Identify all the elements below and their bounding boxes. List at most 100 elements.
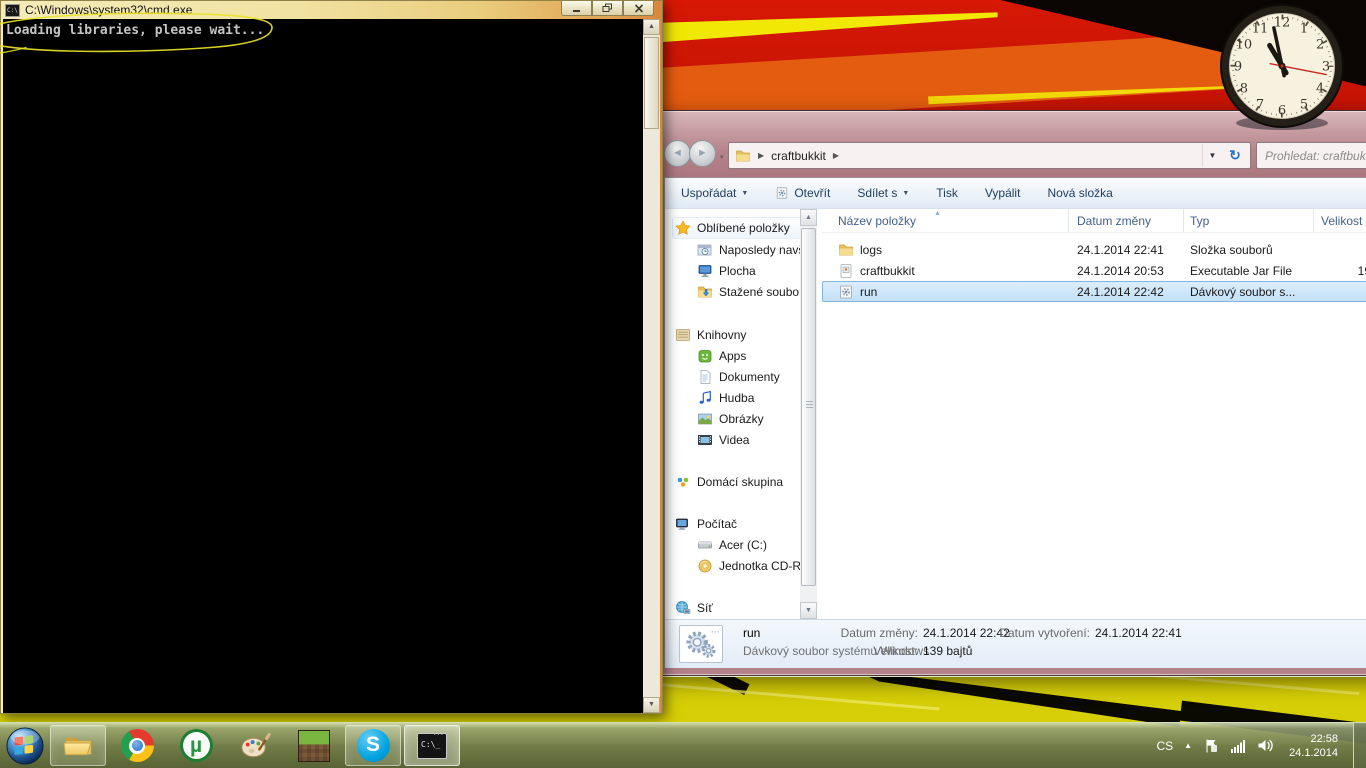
sidebar-item-favorites[interactable]: Oblíbené položky (673, 218, 801, 238)
burn-button[interactable]: Vypálit (985, 186, 1021, 200)
print-button[interactable]: Tisk (936, 186, 958, 200)
column-header-name[interactable]: ▲Název položky (822, 209, 1069, 232)
computer-icon (675, 516, 691, 532)
volume-icon[interactable] (1257, 738, 1274, 753)
tray-time: 22:58 (1289, 732, 1338, 746)
paint-icon (239, 729, 272, 762)
column-header-modified[interactable]: Datum změny (1069, 209, 1184, 232)
sidebar-item-computer[interactable]: Počítač (675, 514, 809, 534)
clock-numeral: 2 (1316, 38, 1324, 53)
sidebar-item-cd-drive[interactable]: Jednotka CD-ROM (697, 556, 809, 576)
language-indicator[interactable]: CS (1156, 739, 1173, 753)
details-created-label: Datum vytvoření: (978, 626, 1090, 640)
sidebar-item-recent-places[interactable]: Naposledy navštívené (697, 240, 809, 260)
explorer-window[interactable]: ◄ ► ▾ ▶ craftbukkit ▶ ▼ ↻ Uspořádat▼ Ote… (655, 110, 1366, 676)
cmd-scrollbar[interactable]: ▲ ▼ (643, 19, 660, 713)
details-pane: run Dávkový soubor systému Windows Datum… (665, 619, 1366, 668)
sidebar-scrollbar[interactable]: ▲ ▼ (800, 209, 817, 619)
network-icon[interactable] (1230, 739, 1246, 753)
restore-button[interactable] (592, 1, 623, 16)
scrollbar-thumb[interactable] (801, 228, 816, 586)
pictures-icon (697, 411, 713, 427)
address-dropdown-icon[interactable]: ▼ (1202, 144, 1222, 167)
taskbar-paint[interactable] (227, 725, 283, 766)
cmd-terminal[interactable]: Loading libraries, please wait... (3, 19, 645, 713)
folder-icon (735, 148, 751, 164)
action-center-icon[interactable] (1203, 738, 1219, 754)
forward-button[interactable]: ► (689, 140, 716, 167)
file-row-craftbukkit[interactable]: craftbukkit 24.1.2014 20:53 Executable J… (822, 260, 1366, 281)
open-button[interactable]: Otevřít (775, 186, 830, 200)
scroll-down-icon[interactable]: ▼ (643, 697, 660, 713)
hidden-icons-chevron-icon[interactable]: ▲ (1184, 741, 1192, 750)
column-header-type[interactable]: Typ (1184, 209, 1314, 232)
clock-gadget[interactable]: 1 2 3 4 5 6 7 8 9 10 11 12 (1218, 2, 1346, 136)
start-button[interactable] (0, 723, 50, 768)
scroll-down-icon[interactable]: ▼ (800, 602, 817, 619)
system-tray: CS ▲ 22:58 24.1.2014 (1156, 723, 1366, 768)
address-bar[interactable]: ▶ craftbukkit ▶ ▼ ↻ (728, 142, 1251, 169)
sidebar-item-apps[interactable]: Apps (697, 346, 809, 366)
sidebar-item-drive-c[interactable]: Acer (C:) (697, 535, 809, 555)
skype-icon: S (357, 729, 390, 762)
utorrent-icon (180, 729, 213, 762)
explorer-main: Oblíbené položky Naposledy navštívené Pl… (665, 209, 1366, 619)
sidebar-item-music[interactable]: Hudba (697, 388, 809, 408)
videos-icon (697, 432, 713, 448)
breadcrumb-chevron-icon[interactable]: ▶ (826, 151, 846, 160)
cmd-window[interactable]: C:\ C:\Windows\system32\cmd.exe Loading … (0, 0, 663, 714)
favorites-star-icon (675, 220, 691, 236)
taskbar: S C:\_ CS ▲ 22:58 24.1.2014 (0, 722, 1366, 768)
details-size-value: 139 bajtů (923, 644, 972, 658)
file-row-logs[interactable]: logs 24.1.2014 22:41 Složka souborů (822, 239, 1366, 260)
search-box[interactable] (1256, 142, 1366, 169)
sidebar-item-network[interactable]: Síť (675, 598, 809, 618)
taskbar-command-prompt[interactable]: C:\_ (404, 725, 460, 766)
sidebar-item-homegroup[interactable]: Domácí skupina (675, 472, 809, 492)
sidebar-item-pictures[interactable]: Obrázky (697, 409, 809, 429)
command-prompt-icon: C:\_ (417, 733, 447, 759)
sidebar-item-desktop[interactable]: Plocha (697, 261, 809, 281)
tray-date: 24.1.2014 (1289, 746, 1338, 760)
file-row-run-selected[interactable]: run 24.1.2014 22:42 Dávkový soubor s... (822, 281, 1366, 302)
start-orb-icon (6, 727, 44, 765)
sidebar-item-libraries[interactable]: Knihovny (675, 325, 809, 345)
history-dropdown-icon[interactable]: ▾ (720, 153, 724, 161)
sidebar-item-documents[interactable]: Dokumenty (697, 367, 809, 387)
taskbar-buttons: S C:\_ (50, 723, 460, 768)
taskbar-google-chrome[interactable] (109, 725, 165, 766)
jar-file-icon (838, 263, 854, 279)
minimize-button[interactable] (561, 1, 592, 16)
clock[interactable]: 22:58 24.1.2014 (1285, 732, 1342, 760)
new-folder-button[interactable]: Nová složka (1047, 186, 1112, 200)
scroll-up-icon[interactable]: ▲ (643, 19, 660, 35)
scroll-up-icon[interactable]: ▲ (800, 209, 817, 226)
refresh-icon[interactable]: ↻ (1222, 147, 1248, 164)
column-header-size[interactable]: Velikost (1314, 209, 1366, 232)
taskbar-windows-explorer[interactable] (50, 725, 106, 766)
taskbar-utorrent[interactable] (168, 725, 224, 766)
taskbar-skype[interactable]: S (345, 725, 401, 766)
clock-numeral: 12 (1274, 16, 1291, 31)
clock-numeral: 6 (1278, 104, 1286, 119)
taskbar-minecraft[interactable] (286, 725, 342, 766)
batch-file-icon (775, 186, 789, 200)
breadcrumb-chevron-icon[interactable]: ▶ (751, 151, 771, 160)
sidebar-item-downloads[interactable]: Stažené soubory (697, 282, 809, 302)
show-desktop-button[interactable] (1353, 723, 1366, 768)
chevron-down-icon: ▼ (741, 190, 748, 197)
organize-button[interactable]: Uspořádat▼ (681, 186, 748, 200)
details-file-name: run (743, 626, 760, 640)
homegroup-icon (675, 474, 691, 490)
back-button[interactable]: ◄ (664, 140, 691, 167)
sidebar-item-videos[interactable]: Videa (697, 430, 809, 450)
sort-ascending-icon: ▲ (934, 209, 941, 226)
details-created-value: 24.1.2014 22:41 (1095, 626, 1182, 640)
clock-numeral: 11 (1252, 21, 1269, 36)
cmd-output: Loading libraries, please wait... (3, 19, 645, 38)
close-button[interactable] (623, 1, 654, 16)
breadcrumb[interactable]: craftbukkit (771, 149, 826, 163)
share-button[interactable]: Sdílet s▼ (857, 186, 909, 200)
search-input[interactable] (1265, 143, 1366, 168)
scrollbar-thumb[interactable] (644, 37, 659, 129)
